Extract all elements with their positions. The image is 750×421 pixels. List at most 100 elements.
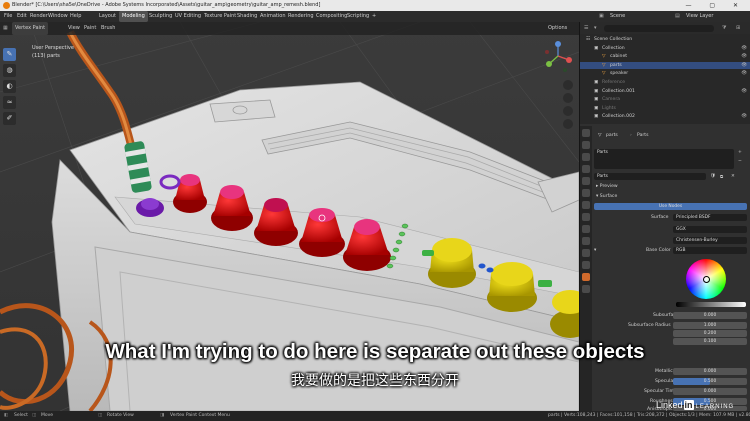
outliner-search-input[interactable]: [604, 24, 714, 32]
outliner-row[interactable]: ☷ Scene Collection: [580, 36, 750, 43]
camera-view-icon[interactable]: [563, 106, 573, 116]
scene-tab-icon[interactable]: [582, 177, 590, 185]
subsurface-field[interactable]: 0.000: [673, 312, 747, 319]
material-slot-list[interactable]: Parts: [594, 149, 734, 169]
menu-window[interactable]: Window: [48, 11, 68, 22]
viewport-nav-buttons: [563, 80, 575, 132]
surface-shader-dropdown[interactable]: Principled BSDF: [673, 214, 747, 221]
value-slider[interactable]: [676, 302, 746, 307]
tool-tab-icon[interactable]: [582, 129, 590, 137]
workspace-tab-rendering[interactable]: Rendering: [285, 11, 317, 22]
subsurface-radius-y[interactable]: 0.200: [673, 330, 747, 337]
fake-user-icon[interactable]: 🛡: [710, 174, 716, 179]
render-tab-icon[interactable]: [582, 141, 590, 149]
workspace-tab-sculpting[interactable]: Sculpting: [146, 11, 175, 22]
visibility-eye-icon[interactable]: 👁: [741, 62, 747, 69]
collection-icon: ▣: [594, 114, 599, 120]
texture-tab-icon[interactable]: [582, 285, 590, 293]
add-slot-icon[interactable]: +: [738, 150, 742, 155]
viewport-menu-brush[interactable]: Brush: [101, 22, 115, 35]
outliner-row[interactable]: ▣ Lights: [580, 105, 750, 112]
material-slot-item[interactable]: Parts: [597, 150, 608, 155]
outliner-row-label: speaker: [610, 71, 629, 77]
duplicate-material-icon[interactable]: ⧉: [720, 174, 723, 180]
unlink-material-icon[interactable]: ✕: [731, 174, 735, 179]
outliner-display-mode-icon[interactable]: ▾: [594, 22, 597, 34]
outliner-row[interactable]: ▽ cabinet 👁: [580, 53, 750, 60]
new-collection-icon[interactable]: ⊞: [736, 22, 740, 34]
viewport-menu-paint[interactable]: Paint: [84, 22, 96, 35]
world-tab-icon[interactable]: [582, 189, 590, 197]
draw-tool-icon[interactable]: ✎: [3, 48, 16, 61]
subsurface-method-dropdown[interactable]: Christensen-Burley: [673, 237, 747, 244]
material-tab-icon[interactable]: [582, 273, 590, 281]
average-tool-icon[interactable]: ◐: [3, 80, 16, 93]
workspace-tab-scripting[interactable]: Scripting: [344, 11, 372, 22]
workspace-tab-uv-editing[interactable]: UV Editing: [172, 11, 204, 22]
blur-tool-icon[interactable]: ◍: [3, 64, 16, 77]
visibility-eye-icon[interactable]: 👁: [741, 88, 747, 95]
outliner-row[interactable]: ▣ Collection.002 👁: [580, 113, 750, 120]
mesh-object-icon: ▽: [602, 62, 606, 68]
visibility-eye-icon[interactable]: 👁: [741, 45, 747, 52]
workspace-tab-layout[interactable]: Layout: [96, 11, 119, 22]
base-color-label: Base Color: [646, 248, 671, 253]
remove-slot-icon[interactable]: −: [738, 159, 742, 164]
filter-icon[interactable]: ⧩: [722, 22, 726, 34]
scene-selector[interactable]: Scene: [610, 11, 625, 22]
outliner-row[interactable]: ▽ speaker 👁: [580, 70, 750, 77]
window-controls[interactable]: — ▢ ✕: [685, 0, 746, 11]
smear-tool-icon[interactable]: ≈: [3, 96, 16, 109]
zoom-icon[interactable]: [563, 80, 573, 90]
outliner-row[interactable]: ▣ Collection 👁: [580, 45, 750, 52]
workspace-tab-modeling[interactable]: Modeling: [119, 11, 148, 22]
particles-tab-icon[interactable]: [582, 225, 590, 233]
outliner-row[interactable]: ▣ Reference: [580, 79, 750, 86]
menu-help[interactable]: Help: [70, 11, 81, 22]
viewport-menu-view[interactable]: View: [68, 22, 80, 35]
base-color-expand-icon[interactable]: ▾: [594, 248, 596, 253]
constraints-tab-icon[interactable]: [582, 249, 590, 257]
ortho-toggle-icon[interactable]: [563, 119, 573, 129]
mode-selector[interactable]: Vertex Paint: [12, 22, 49, 35]
visibility-eye-icon[interactable]: 👁: [741, 70, 747, 77]
outliner-row[interactable]: ▣ Camera: [580, 96, 750, 103]
surface-panel-header[interactable]: ▾ Surface: [596, 194, 617, 199]
annotate-tool-icon[interactable]: ✐: [3, 112, 16, 125]
outliner-row[interactable]: ▣ Collection.001 👁: [580, 88, 750, 95]
preview-panel-header[interactable]: ▸ Preview: [596, 184, 618, 189]
collection-icon: ▣: [594, 88, 599, 94]
outliner-row-label: Scene Collection: [594, 37, 633, 42]
options-dropdown[interactable]: Options: [548, 22, 567, 35]
collection-icon: ▣: [594, 105, 599, 111]
status-context-hint: Vertex Paint Context Menu: [170, 413, 230, 418]
use-nodes-button[interactable]: Use Nodes: [594, 203, 747, 210]
outliner-header: ☰ ▾ ⧩ ⊞: [580, 22, 750, 34]
view-layer-selector[interactable]: View Layer: [686, 11, 713, 22]
physics-tab-icon[interactable]: [582, 237, 590, 245]
outliner-row-label: cabinet: [610, 54, 628, 60]
object-tab-icon[interactable]: [582, 201, 590, 209]
modifier-tab-icon[interactable]: [582, 213, 590, 221]
subsurface-radius-x[interactable]: 1.000: [673, 322, 747, 329]
color-wheel[interactable]: [686, 259, 726, 299]
toggle-switch-2: [538, 280, 552, 287]
data-tab-icon[interactable]: [582, 261, 590, 269]
outliner-editor-icon[interactable]: ☰: [584, 22, 588, 34]
menu-edit[interactable]: Edit: [17, 11, 27, 22]
distribution-dropdown[interactable]: GGX: [673, 226, 747, 233]
visibility-eye-icon[interactable]: 👁: [741, 53, 747, 60]
add-workspace-button[interactable]: +: [369, 11, 379, 22]
material-name-field[interactable]: Parts: [594, 173, 706, 180]
editor-type-icon[interactable]: ▦: [3, 22, 8, 35]
visibility-eye-icon[interactable]: 👁: [741, 113, 747, 120]
menu-render[interactable]: Render: [30, 11, 48, 22]
navigation-gizmo[interactable]: [543, 40, 573, 76]
base-color-mode-dropdown[interactable]: RGB: [673, 247, 747, 254]
workspace-tab-animation[interactable]: Animation: [257, 11, 289, 22]
pan-icon[interactable]: [563, 93, 573, 103]
outliner-row[interactable]: ▽ parts 👁: [580, 61, 750, 70]
view-layer-tab-icon[interactable]: [582, 165, 590, 173]
output-tab-icon[interactable]: [582, 153, 590, 161]
menu-file[interactable]: File: [4, 11, 12, 22]
